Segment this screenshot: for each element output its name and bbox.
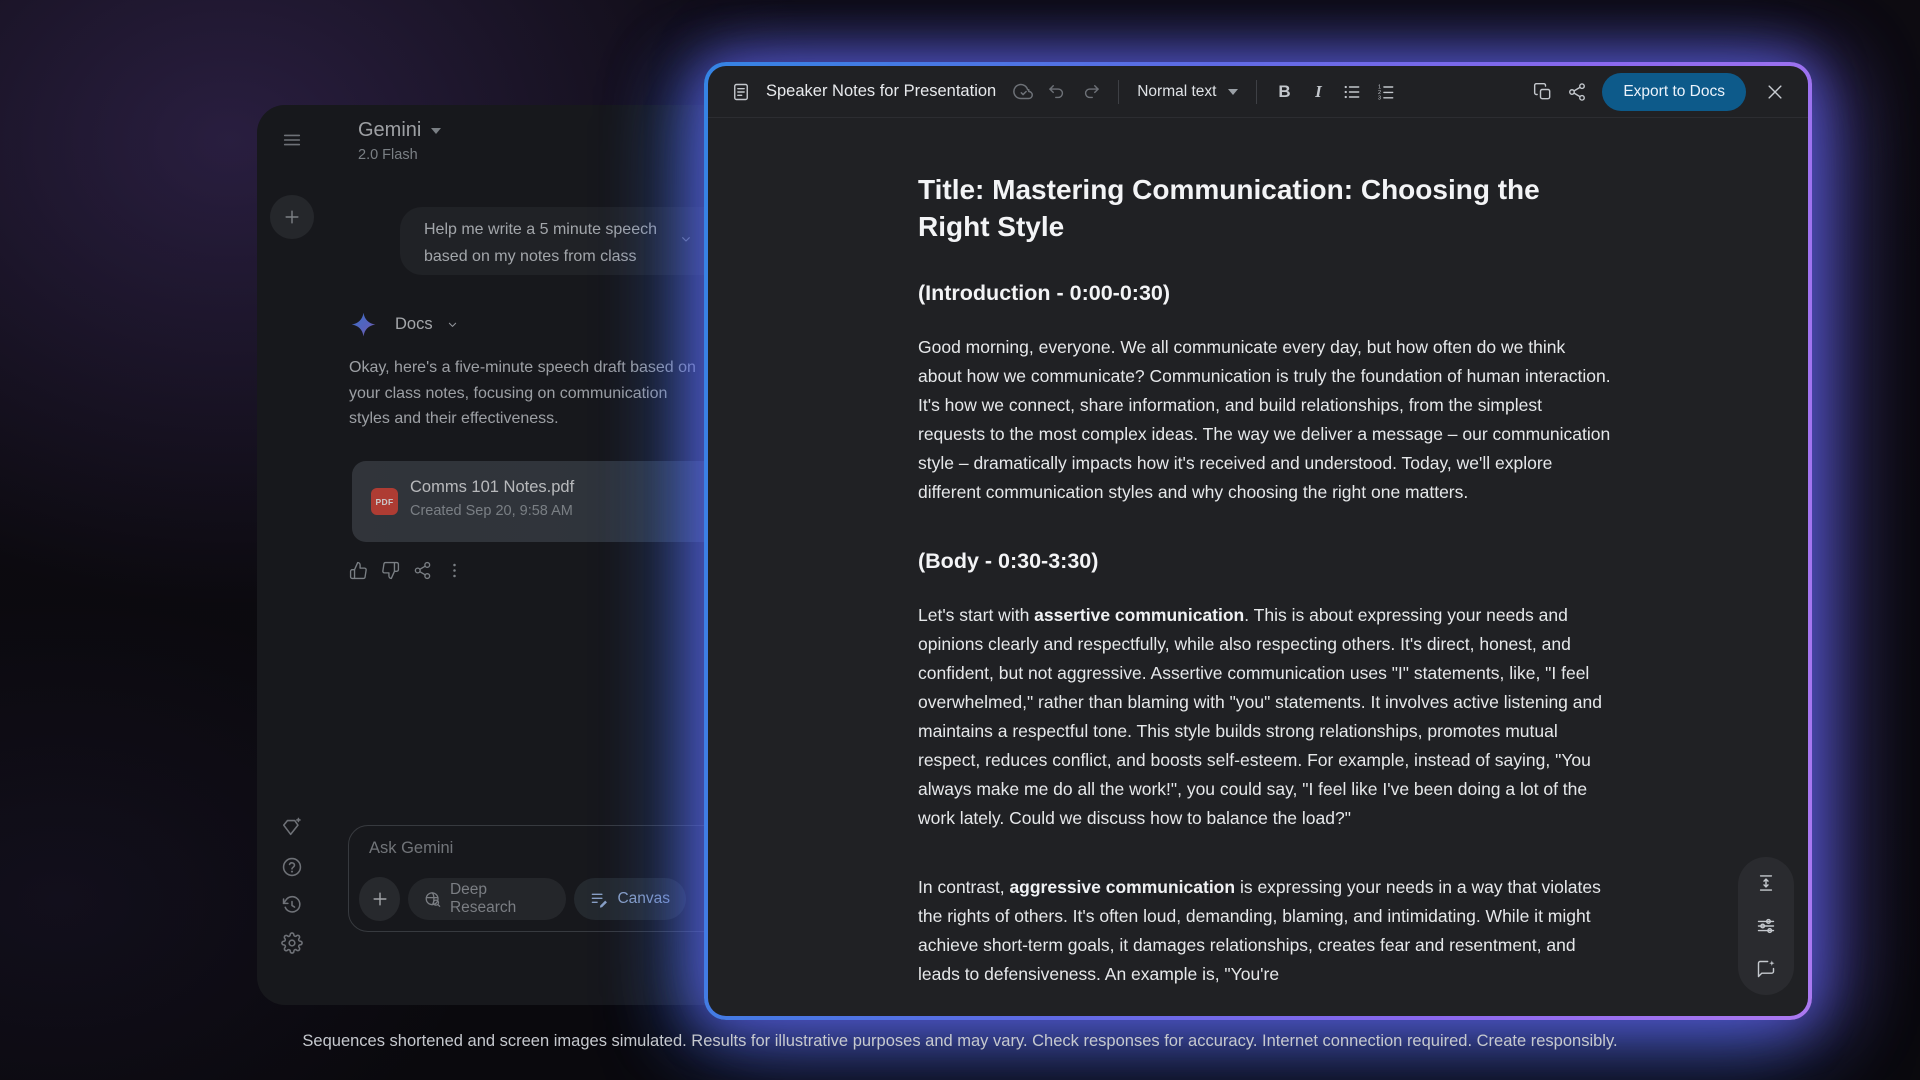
add-attachment-button[interactable]: [359, 877, 400, 921]
help-icon: [281, 856, 303, 878]
chevron-down-icon: [431, 128, 441, 134]
canvas-editor-panel: Speaker Notes for Presentation: [708, 66, 1808, 1016]
gear-icon: [281, 932, 303, 954]
response-actions: [349, 561, 464, 580]
expand-message-button[interactable]: [678, 231, 694, 247]
user-message-bubble: Help me write a 5 minute speech based on…: [400, 207, 718, 275]
app-title: Gemini: [358, 119, 421, 142]
chevron-down-icon: [445, 317, 460, 332]
doc-paragraph: Good morning, everyone. We all communica…: [918, 333, 1612, 507]
document-area[interactable]: Title: Mastering Communication: Choosing…: [708, 119, 1808, 1016]
redo-icon: [1081, 82, 1101, 102]
attachment-card[interactable]: PDF Comms 101 Notes.pdf Created Sep 20, …: [352, 461, 718, 542]
attachment-meta: Created Sep 20, 9:58 AM: [410, 503, 573, 519]
doc-section-heading: (Introduction - 0:00-0:30): [918, 279, 1612, 307]
gems-button[interactable]: [275, 810, 309, 844]
canvas-icon: [590, 890, 609, 909]
text-length-icon: [1756, 873, 1776, 893]
user-message-text: Help me write a 5 minute speech based on…: [424, 216, 672, 270]
bold-icon: B: [1278, 82, 1290, 102]
canvas-window-glow: Speaker Notes for Presentation: [704, 62, 1812, 1020]
help-button[interactable]: [275, 850, 309, 884]
gemini-sparkle-icon: [350, 311, 377, 338]
deep-research-icon: [424, 890, 442, 909]
plus-icon: [370, 889, 390, 909]
toolbar-divider: [1256, 80, 1257, 104]
redo-button[interactable]: [1074, 75, 1108, 109]
doc-paragraph: In contrast, aggressive communication is…: [918, 873, 1612, 989]
toolbar-divider: [1118, 80, 1119, 104]
history-icon: [281, 894, 303, 916]
doc-paragraph: Let's start with assertive communication…: [918, 601, 1612, 833]
chevron-down-icon: [678, 231, 694, 247]
document-body[interactable]: Title: Mastering Communication: Choosing…: [918, 171, 1612, 989]
numbered-list-button[interactable]: 1 2 3: [1369, 75, 1403, 109]
deep-research-label: Deep Research: [450, 881, 550, 917]
share-icon: [1567, 82, 1587, 102]
comment-sparkle-icon: [1756, 959, 1776, 979]
chevron-down-icon: [1228, 89, 1238, 95]
attachment-filename: Comms 101 Notes.pdf: [410, 478, 574, 497]
canvas-chip[interactable]: Canvas: [574, 878, 686, 920]
thumbs-down-button[interactable]: [381, 561, 400, 580]
bulleted-list-button[interactable]: [1335, 75, 1369, 109]
pdf-icon: PDF: [371, 488, 398, 515]
thumbs-down-icon: [381, 561, 400, 580]
cloud-check-icon: [1013, 81, 1034, 102]
italic-button[interactable]: I: [1301, 75, 1335, 109]
share-response-button[interactable]: [413, 561, 432, 580]
copy-button[interactable]: [1526, 75, 1560, 109]
adjust-length-button[interactable]: [1749, 866, 1783, 900]
hamburger-icon: [281, 129, 303, 151]
model-name: 2.0 Flash: [358, 147, 441, 163]
tune-style-button[interactable]: [1749, 909, 1783, 943]
gemini-app-panel: Gemini 2.0 Flash Help me write a 5 minut…: [257, 105, 718, 1005]
gem-icon: [281, 816, 303, 838]
settings-button[interactable]: [275, 926, 309, 960]
copy-icon: [1533, 82, 1553, 102]
model-switcher[interactable]: Gemini 2.0 Flash: [358, 119, 441, 163]
doc-section-heading: (Body - 0:30-3:30): [918, 547, 1612, 575]
undo-button[interactable]: [1040, 75, 1074, 109]
cloud-saved-button[interactable]: [1006, 75, 1040, 109]
close-canvas-button[interactable]: [1758, 75, 1792, 109]
docs-tool-chip[interactable]: Docs: [350, 311, 460, 338]
editor-toolbar: Speaker Notes for Presentation: [708, 66, 1808, 118]
disclaimer-text: Sequences shortened and screen images si…: [0, 1032, 1920, 1051]
assistant-response-text: Okay, here's a five-minute speech draft …: [349, 355, 711, 432]
menu-button[interactable]: [275, 123, 309, 157]
share-button[interactable]: [1560, 75, 1594, 109]
new-chat-button[interactable]: [270, 195, 314, 239]
suggest-edits-button[interactable]: [1749, 952, 1783, 986]
prompt-input-container: Deep Research Canvas: [348, 825, 718, 932]
more-options-button[interactable]: [445, 561, 464, 580]
close-icon: [1765, 82, 1785, 102]
undo-icon: [1047, 82, 1067, 102]
italic-icon: I: [1315, 82, 1322, 102]
docs-chip-label: Docs: [395, 315, 433, 334]
prompt-input[interactable]: [367, 838, 617, 859]
screen: Gemini 2.0 Flash Help me write a 5 minut…: [0, 0, 1920, 1080]
more-vert-icon: [445, 561, 464, 580]
tune-icon: [1756, 916, 1776, 936]
share-icon: [413, 561, 432, 580]
plus-icon: [282, 207, 302, 227]
canvas-label: Canvas: [617, 890, 670, 908]
bulleted-list-icon: [1342, 82, 1362, 102]
bold-button[interactable]: B: [1267, 75, 1301, 109]
thumbs-up-icon: [349, 561, 368, 580]
doc-title-heading: Title: Mastering Communication: Choosing…: [918, 171, 1612, 245]
thumbs-up-button[interactable]: [349, 561, 368, 580]
document-title[interactable]: Speaker Notes for Presentation: [766, 82, 996, 101]
document-icon: [724, 75, 758, 109]
history-button[interactable]: [275, 888, 309, 922]
paragraph-style-value: Normal text: [1137, 83, 1216, 101]
paragraph-style-select[interactable]: Normal text: [1129, 75, 1246, 109]
canvas-side-tools: [1738, 857, 1794, 995]
deep-research-chip[interactable]: Deep Research: [408, 878, 566, 920]
numbered-list-icon: 1 2 3: [1376, 82, 1396, 102]
svg-text:3: 3: [1378, 95, 1381, 101]
export-to-docs-button[interactable]: Export to Docs: [1602, 73, 1746, 111]
